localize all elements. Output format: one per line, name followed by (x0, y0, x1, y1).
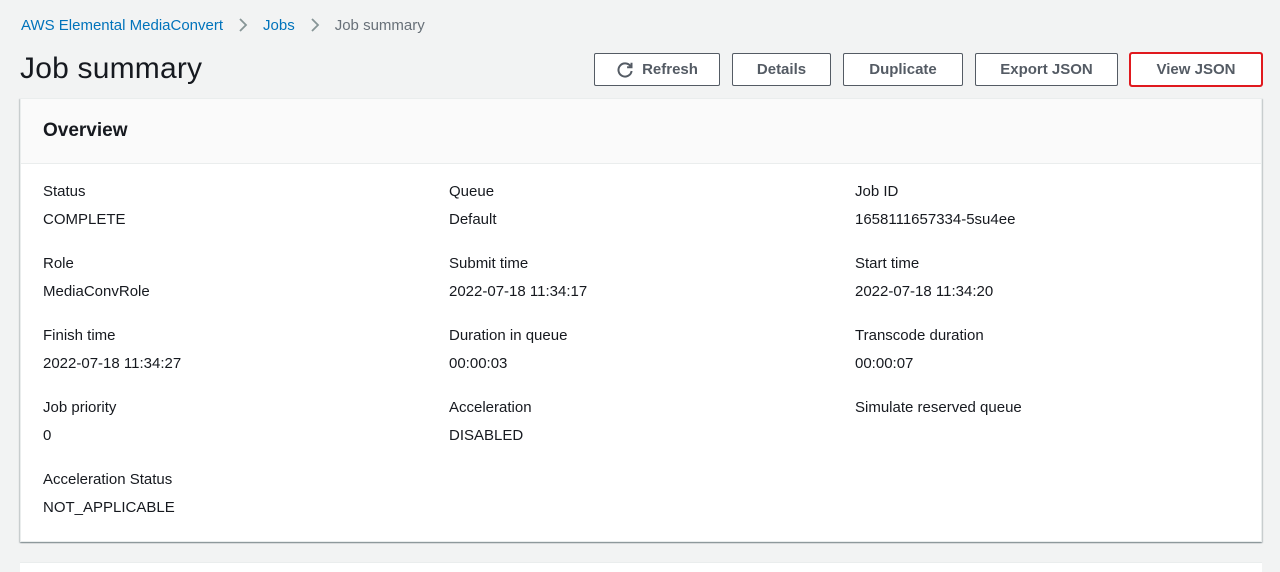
field-value (855, 426, 1235, 446)
field-start-time: Start time 2022-07-18 11:34:20 (855, 254, 1235, 302)
field-value: COMPLETE (43, 211, 126, 228)
chevron-right-icon (310, 18, 320, 32)
field-label: Acceleration Status (43, 471, 173, 488)
breadcrumb-current: Job summary (334, 16, 425, 34)
field-label: Acceleration (449, 399, 532, 416)
field-value: Default (449, 211, 497, 228)
breadcrumb-service-link[interactable]: AWS Elemental MediaConvert (21, 17, 223, 34)
field-transcode-duration: Transcode duration 00:00:07 (855, 326, 1235, 374)
details-button[interactable]: Details (732, 53, 831, 86)
field-label: Finish time (43, 327, 116, 344)
field-job-priority: Job priority 0 (43, 398, 423, 446)
field-label: Job ID (855, 183, 899, 200)
field-label: Submit time (449, 255, 529, 272)
field-value: MediaConvRole (43, 283, 150, 300)
duplicate-button[interactable]: Duplicate (843, 53, 963, 86)
refresh-button[interactable]: Refresh (594, 53, 720, 86)
field-label: Job priority (43, 399, 117, 416)
field-submit-time: Submit time 2022-07-18 11:34:17 (449, 254, 829, 302)
refresh-button-label: Refresh (642, 61, 698, 78)
field-acceleration-status: Acceleration Status NOT_APPLICABLE (43, 470, 423, 518)
field-status: Status COMPLETE (43, 182, 423, 230)
field-value: 00:00:07 (855, 355, 914, 372)
chevron-right-icon (238, 18, 248, 32)
field-value: DISABLED (449, 427, 524, 444)
field-label: Transcode duration (855, 327, 984, 344)
field-label: Status (43, 183, 86, 200)
field-value: 2022-07-18 11:34:17 (449, 283, 588, 300)
field-role: Role MediaConvRole (43, 254, 423, 302)
overview-header: Overview (21, 99, 1261, 164)
next-panel-edge (20, 562, 1262, 572)
field-label: Role (43, 255, 74, 272)
field-value: 00:00:03 (449, 355, 508, 372)
breadcrumb: AWS Elemental MediaConvert Jobs Job summ… (21, 15, 425, 35)
overview-panel: Overview Status COMPLETE Queue Default J… (20, 98, 1262, 542)
field-duration-in-queue: Duration in queue 00:00:03 (449, 326, 829, 374)
breadcrumb-jobs-link[interactable]: Jobs (263, 17, 295, 34)
field-value: NOT_APPLICABLE (43, 499, 175, 516)
field-value: 0 (43, 427, 52, 444)
field-queue: Queue Default (449, 182, 829, 230)
field-value: 2022-07-18 11:34:27 (43, 355, 182, 372)
field-value: 2022-07-18 11:34:20 (855, 283, 994, 300)
field-value: 1658111657334-5su4ee (855, 211, 1016, 228)
overview-title: Overview (43, 120, 128, 141)
action-toolbar: Refresh Details Duplicate Export JSON Vi… (594, 52, 1263, 87)
field-job-id: Job ID 1658111657334-5su4ee (855, 182, 1235, 230)
field-label: Duration in queue (449, 327, 568, 344)
export-json-button[interactable]: Export JSON (975, 53, 1118, 86)
field-simulate-reserved-queue: Simulate reserved queue (855, 398, 1235, 446)
field-finish-time: Finish time 2022-07-18 11:34:27 (43, 326, 423, 374)
field-label: Start time (855, 255, 920, 272)
refresh-icon (616, 61, 634, 79)
field-acceleration: Acceleration DISABLED (449, 398, 829, 446)
field-label: Queue (449, 183, 495, 200)
view-json-button[interactable]: View JSON (1129, 52, 1263, 87)
page-title: Job summary (20, 52, 203, 85)
field-label: Simulate reserved queue (855, 399, 1022, 416)
